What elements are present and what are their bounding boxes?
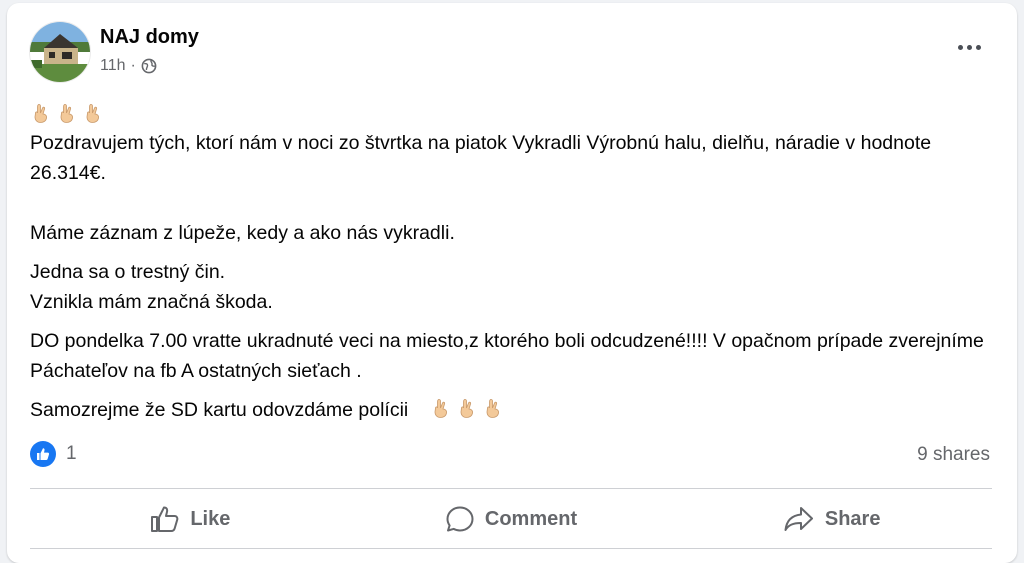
trailing-emojis xyxy=(430,397,504,419)
finger-crossed-icon xyxy=(56,102,78,124)
thumbs-up-icon xyxy=(151,506,179,532)
shares-count[interactable]: 9 shares xyxy=(917,444,990,466)
page-name[interactable]: NAJ domy xyxy=(100,26,199,49)
post-time[interactable]: 11h xyxy=(100,57,126,75)
comment-button[interactable]: Comment xyxy=(351,493,672,545)
like-label: Like xyxy=(190,507,231,530)
more-options-button[interactable] xyxy=(951,35,987,59)
divider xyxy=(30,488,992,489)
share-button[interactable]: Share xyxy=(671,493,992,545)
more-dot xyxy=(975,44,981,50)
like-button[interactable]: Like xyxy=(30,493,351,545)
comment-label: Comment xyxy=(484,507,578,530)
post-paragraph: Samozrejme že SD kartu odovzdáme polícii xyxy=(30,399,409,421)
post-paragraph: Jedna sa o trestný čin. xyxy=(30,261,226,283)
finger-crossed-icon xyxy=(430,397,452,419)
post-card: NAJ domy 11h · Pozdravujem tých, ktorí n… xyxy=(7,3,1017,563)
leading-emojis xyxy=(30,98,995,128)
post-paragraph: Vznikla mám značná škoda. xyxy=(30,291,273,313)
finger-crossed-icon xyxy=(30,102,52,124)
finger-crossed-icon xyxy=(82,102,104,124)
post-paragraph: DO pondelka 7.00 vratte ukradnuté veci n… xyxy=(30,330,984,382)
finger-crossed-icon xyxy=(482,397,504,419)
post-paragraph: Máme záznam z lúpeže, kedy a ako nás vyk… xyxy=(30,222,455,244)
meta-separator: · xyxy=(130,57,136,74)
more-dot xyxy=(966,44,972,50)
globe-icon[interactable] xyxy=(141,58,157,74)
reaction-summary[interactable]: 1 xyxy=(30,441,77,467)
reaction-count[interactable]: 1 xyxy=(66,443,77,465)
house-photo xyxy=(30,22,90,82)
post-paragraph-last: Samozrejme že SD kartu odovzdáme polícii xyxy=(30,395,995,425)
post-paragraph: Pozdravujem tých, ktorí nám v noci zo št… xyxy=(30,132,932,184)
divider xyxy=(30,548,992,549)
post-body: Pozdravujem tých, ktorí nám v noci zo št… xyxy=(30,98,995,425)
comment-icon xyxy=(446,506,474,532)
avatar[interactable] xyxy=(29,21,91,83)
share-arrow-icon xyxy=(784,507,813,531)
like-icon xyxy=(30,441,56,467)
share-label: Share xyxy=(824,507,881,530)
action-bar: Like Comment Share xyxy=(30,493,992,545)
post-meta: 11h · xyxy=(100,57,157,75)
more-dot xyxy=(957,44,963,50)
finger-crossed-icon xyxy=(456,397,478,419)
